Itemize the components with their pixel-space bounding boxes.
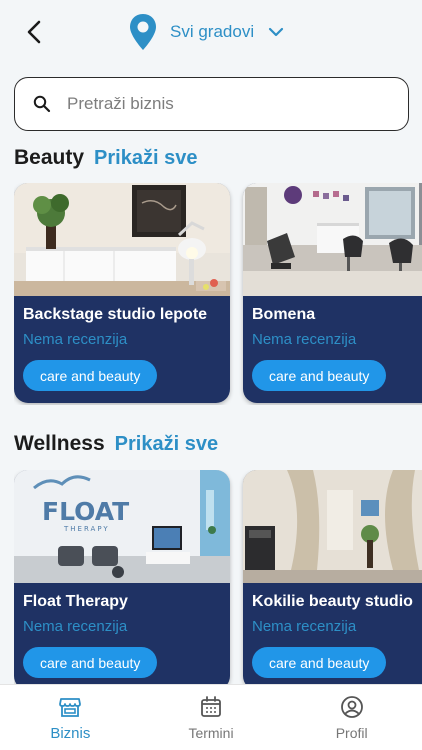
- review-status: Nema recenzija: [252, 331, 357, 348]
- review-status: Nema recenzija: [23, 331, 128, 348]
- category-tag[interactable]: care and beauty: [252, 360, 387, 391]
- bottom-tab-bar: Biznis Termini Profil: [0, 684, 422, 750]
- business-name: Bomena: [252, 306, 316, 323]
- search-icon: [33, 95, 51, 113]
- review-status: Nema recenzija: [23, 618, 128, 635]
- category-tag[interactable]: care and beauty: [252, 647, 387, 678]
- business-name: Backstage studio lepote: [23, 306, 208, 323]
- business-photo: [14, 183, 230, 296]
- tab-profil[interactable]: Profil: [281, 685, 422, 750]
- business-card[interactable]: FLOAT THERAPY Float Therapy Nema recenzi…: [14, 470, 230, 690]
- search-bar[interactable]: [14, 77, 409, 131]
- category-tag[interactable]: care and beauty: [23, 360, 158, 391]
- business-card[interactable]: Bomena Nema recenzija care and beauty: [243, 183, 422, 403]
- user-circle-icon: [340, 696, 363, 718]
- category-tag[interactable]: care and beauty: [23, 647, 158, 678]
- tab-label: Profil: [335, 725, 368, 741]
- section-title: Beauty: [14, 146, 85, 169]
- studio-photo-image: [243, 470, 422, 583]
- section-title: Wellness: [14, 432, 105, 455]
- store-icon: [59, 698, 82, 717]
- salon-photo-image: [14, 183, 230, 296]
- section-header-wellness: Wellness Prikaži sve: [14, 432, 218, 456]
- tab-biznis[interactable]: Biznis: [0, 685, 141, 750]
- section-header-beauty: Beauty Prikaži sve: [14, 146, 197, 170]
- app-screen: Svi gradovi Beauty Prikaži sve: [0, 0, 422, 750]
- search-input[interactable]: [67, 94, 367, 114]
- location-pin-icon: [130, 14, 156, 50]
- card-row-wellness: FLOAT THERAPY Float Therapy Nema recenzi…: [14, 470, 422, 692]
- chevron-down-icon: [269, 27, 284, 37]
- show-all-link[interactable]: Prikaži sve: [94, 147, 197, 170]
- tab-termini[interactable]: Termini: [141, 685, 282, 750]
- card-row-beauty: Backstage studio lepote Nema recenzija c…: [14, 183, 422, 405]
- business-card[interactable]: Kokilie beauty studio Nema recenzija car…: [243, 470, 422, 690]
- business-name: Float Therapy: [23, 593, 128, 610]
- calendar-icon: [201, 696, 221, 717]
- tab-label: Biznis: [50, 725, 91, 742]
- city-label: Svi gradovi: [170, 22, 255, 41]
- show-all-link[interactable]: Prikaži sve: [115, 433, 218, 456]
- city-selector[interactable]: Svi gradovi: [128, 12, 284, 52]
- business-photo: [243, 470, 422, 583]
- tab-label: Termini: [188, 725, 234, 741]
- business-photo: [243, 183, 422, 296]
- business-card[interactable]: Backstage studio lepote Nema recenzija c…: [14, 183, 230, 403]
- top-bar: Svi gradovi: [0, 0, 422, 68]
- business-name: Kokilie beauty studio: [252, 593, 413, 610]
- chevron-left-icon: [27, 20, 41, 44]
- float-photo-image: FLOAT THERAPY: [14, 470, 230, 583]
- back-button[interactable]: [18, 16, 50, 48]
- svg-text:THERAPY: THERAPY: [63, 525, 110, 533]
- svg-text:FLOAT: FLOAT: [42, 497, 129, 526]
- review-status: Nema recenzija: [252, 618, 357, 635]
- salon-photo-image: [243, 183, 422, 296]
- business-photo: FLOAT THERAPY: [14, 470, 230, 583]
